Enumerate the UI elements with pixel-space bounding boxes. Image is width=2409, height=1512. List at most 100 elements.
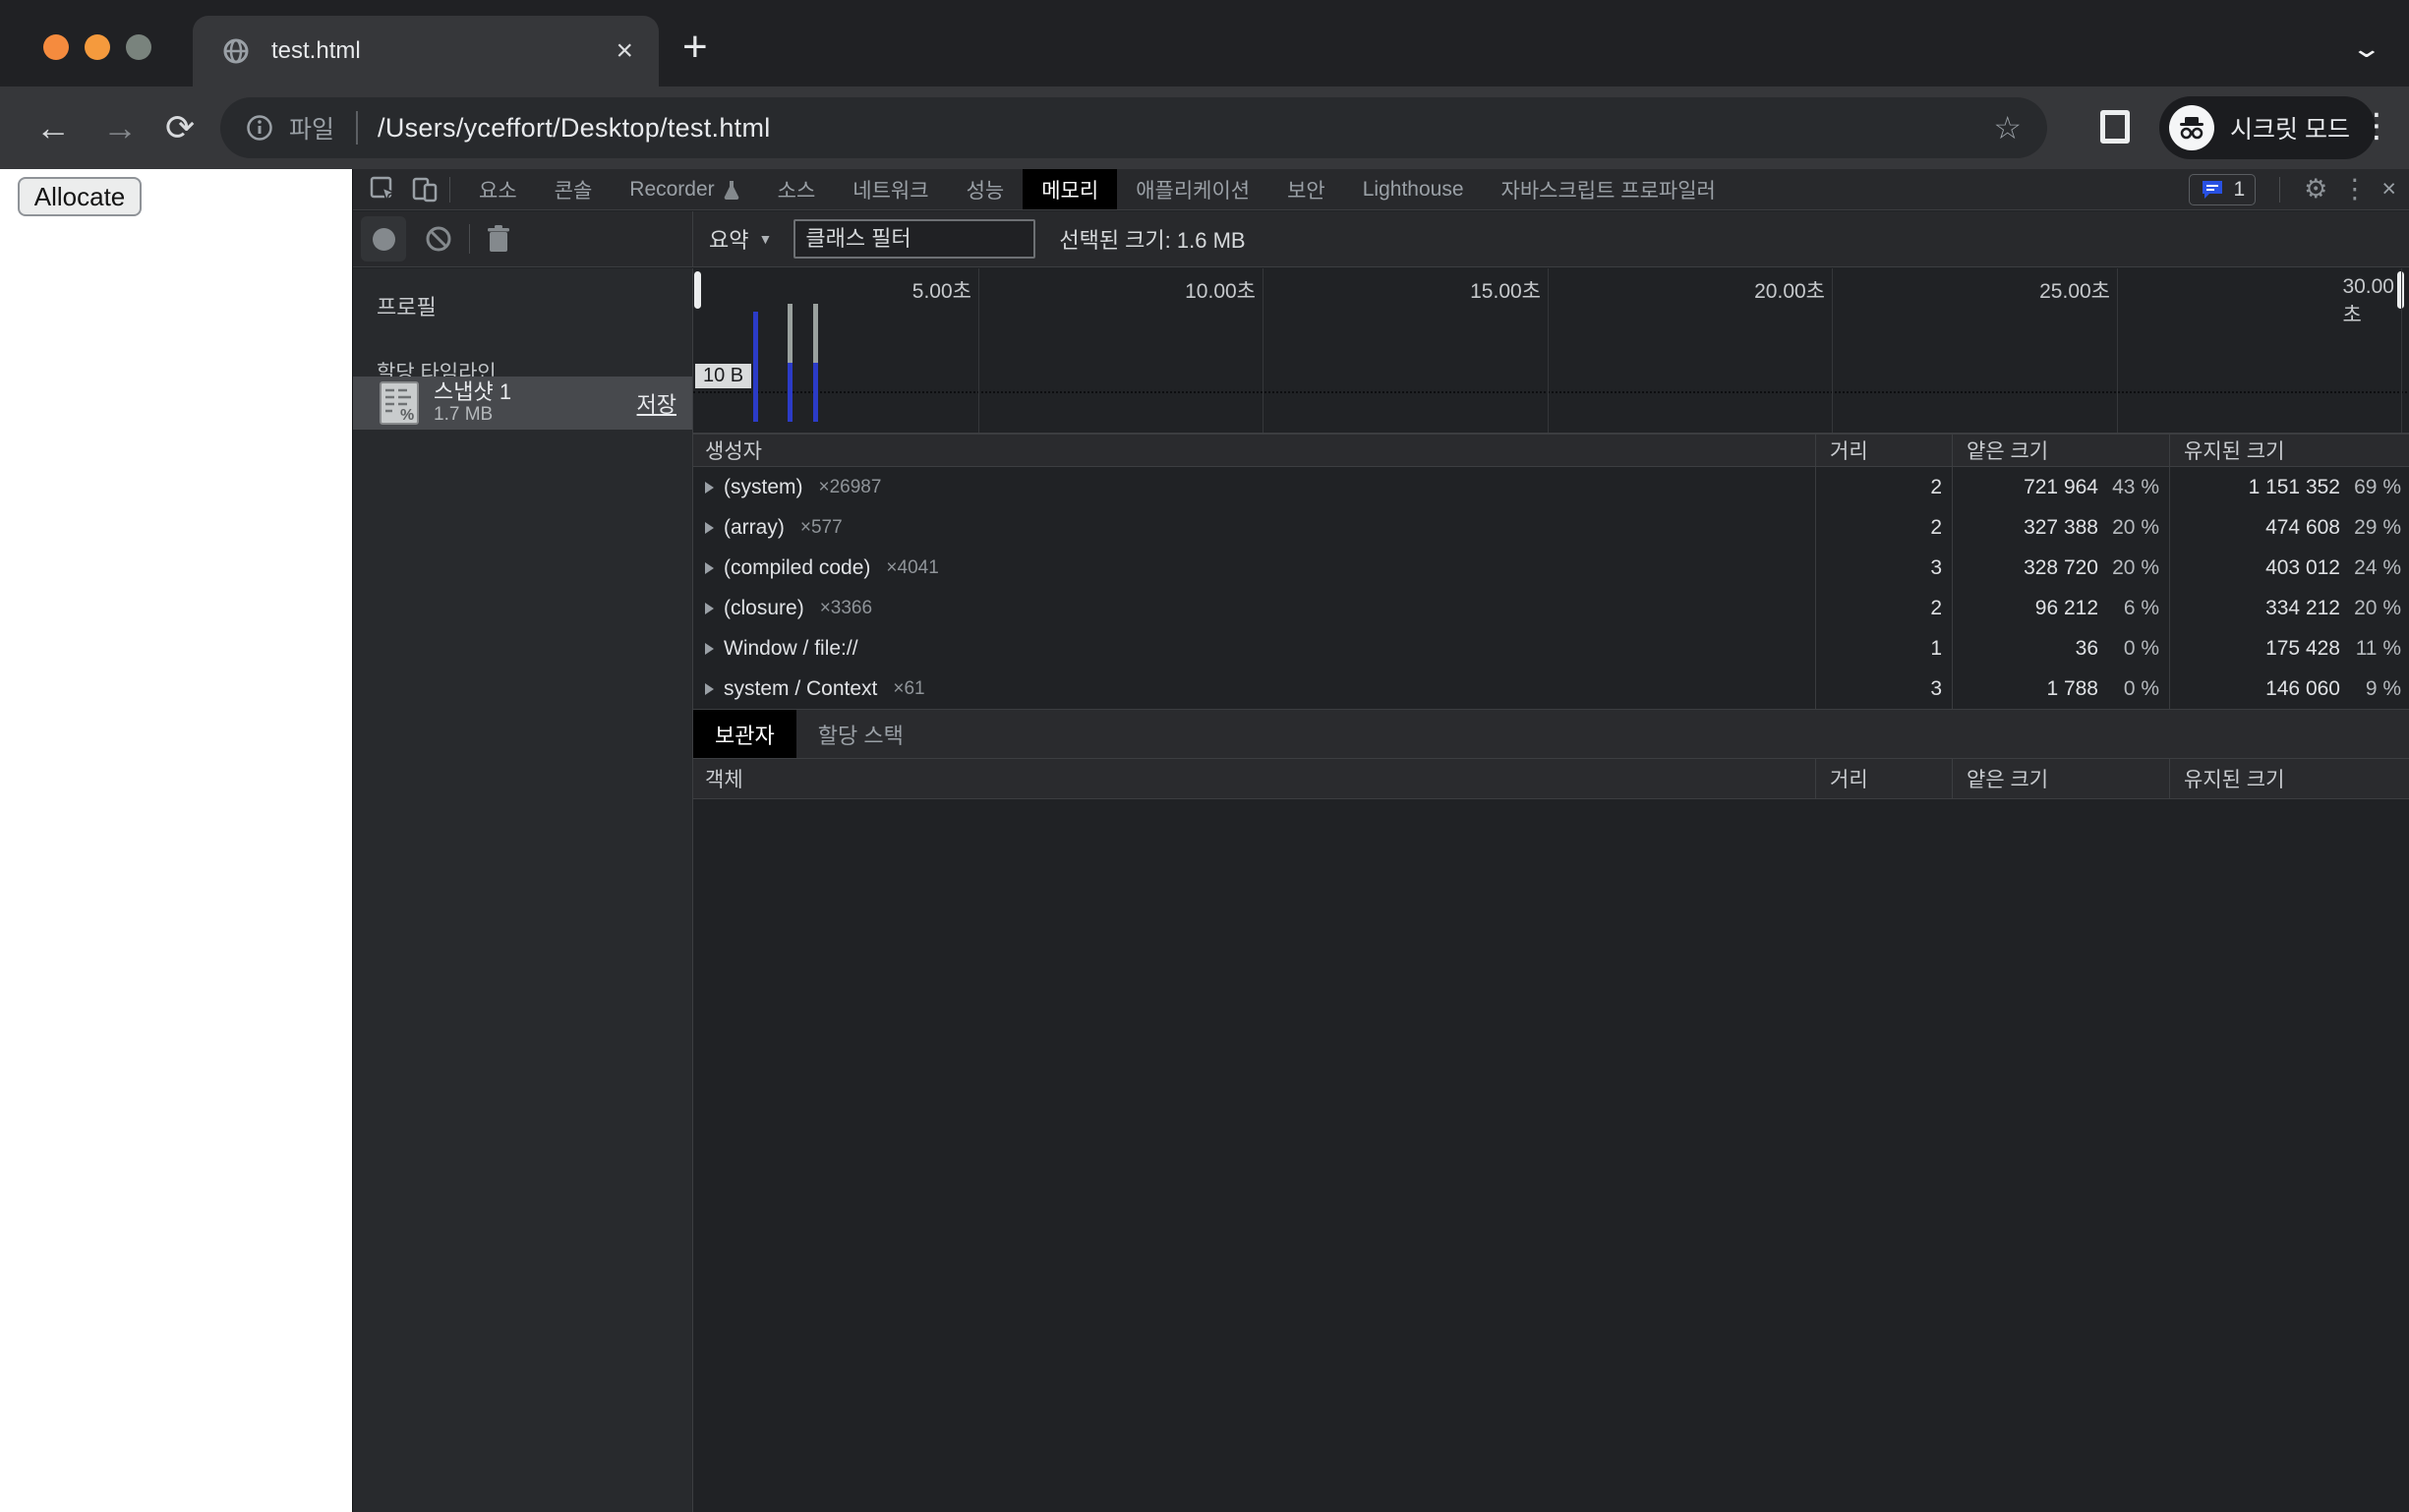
bookmark-star-icon[interactable]: ☆ [1993,109,2022,146]
retainers-tabbar: 보관자 할당 스택 [693,709,2409,758]
selection-handle-left[interactable] [694,271,701,309]
tab-sources[interactable]: 소스 [759,169,835,209]
settings-gear-icon[interactable]: ⚙ [2304,176,2327,203]
tab-network[interactable]: 네트워크 [834,169,947,209]
tab-js-profiler[interactable]: 자바스크립트 프로파일러 [1483,169,1734,209]
reload-icon[interactable]: ⟳ [165,106,195,149]
globe-favicon-icon [222,37,250,65]
incognito-badge[interactable]: 시크릿 모드 [2159,96,2376,159]
header-object[interactable]: 객체 [693,759,1815,798]
minimize-window-icon[interactable] [85,34,110,60]
expand-arrow-icon[interactable] [705,683,714,695]
retained-size-value: 474 608 [2169,516,2340,540]
shallow-size-pct: 0 % [2098,637,2169,661]
tab-lighthouse[interactable]: Lighthouse [1344,169,1483,209]
timeline-scale-line [693,391,2409,393]
devtools-close-icon[interactable]: × [2381,177,2396,202]
shallow-size-value: 721 964 [1952,476,2098,499]
tab-retainers[interactable]: 보관자 [693,710,796,758]
header-retained-size[interactable]: 유지된 크기 [2169,435,2409,466]
devtools-panel: 요소 콘솔 Recorder 소스 네트워크 성능 메모리 애플리케이션 보안 … [352,169,2409,1512]
tab-console[interactable]: 콘솔 [536,169,612,209]
new-tab-button[interactable]: + [682,26,708,69]
issues-bubble-icon [2200,177,2225,203]
distance-value: 2 [1815,516,1952,540]
header-shallow-size[interactable]: 얕은 크기 [1952,435,2169,466]
incognito-label: 시크릿 모드 [2230,110,2350,145]
devtools-more-icon[interactable]: ⋮ [2341,176,2368,203]
expand-arrow-icon[interactable] [705,603,714,614]
url-text[interactable]: /Users/yceffort/Desktop/test.html [378,113,1993,144]
timeline-tick-label: 15.00초 [1470,275,1541,305]
address-bar[interactable]: 파일 /Users/yceffort/Desktop/test.html ☆ [220,97,2047,158]
constructor-name: (system) [724,476,803,499]
constructor-row[interactable]: (closure)×3366 2 96 2126 % 334 21220 % [693,588,2409,628]
tab-security[interactable]: 보안 [1268,169,1344,209]
expand-arrow-icon[interactable] [705,482,714,494]
constructor-row[interactable]: (array)×577 2 327 38820 % 474 60829 % [693,507,2409,548]
instance-count: ×61 [893,678,924,700]
tab-close-icon[interactable]: × [616,36,633,66]
inspect-element-icon[interactable] [369,175,398,204]
timeline-tick-label: 5.00초 [912,275,971,305]
issues-button[interactable]: 1 [2189,174,2256,205]
object-table-header: 객체 거리 얕은 크기 유지된 크기 [693,758,2409,799]
timeline-gridline [1832,268,1833,434]
retained-size-pct: 69 % [2340,476,2409,499]
class-filter-input[interactable] [793,219,1035,259]
allocation-timeline-chart[interactable]: 10 B 5.00초10.00초15.00초20.00초25.00초30.00초 [693,268,2409,434]
shallow-size-pct: 6 % [2098,597,2169,620]
constructor-row[interactable]: (system)×26987 2 721 96443 % 1 151 35269… [693,467,2409,507]
instance-count: ×26987 [819,477,882,498]
tab-search-chevron-icon[interactable]: ⌄ [2351,33,2383,64]
constructor-row[interactable]: system / Context×61 3 1 7880 % 146 0609 … [693,669,2409,709]
browser-menu-icon[interactable]: ⋮ [2360,106,2393,145]
snapshot-save-link[interactable]: 저장 [637,387,676,419]
timeline-gridline [978,268,979,434]
constructor-table-header: 생성자 거리 얕은 크기 유지된 크기 [693,434,2409,467]
header-shallow-size[interactable]: 얕은 크기 [1952,759,2169,798]
expand-arrow-icon[interactable] [705,522,714,534]
close-window-icon[interactable] [43,34,69,60]
shallow-size-value: 96 212 [1952,597,2098,620]
retained-size-value: 1 151 352 [2169,476,2340,499]
retained-size-value: 175 428 [2169,637,2340,661]
constructor-row[interactable]: (compiled code)×4041 3 328 72020 % 403 0… [693,548,2409,588]
device-toolbar-icon[interactable] [410,175,440,204]
perspective-dropdown[interactable]: 요약 ▼ [709,223,772,255]
tab-memory[interactable]: 메모리 [1023,169,1117,209]
tab-performance[interactable]: 성능 [948,169,1024,209]
snapshot-icon: % [379,380,420,426]
constructor-row[interactable]: Window / file:// 1 360 % 175 42811 % [693,628,2409,669]
timeline-tick-label: 30.00초 [2342,275,2394,328]
side-panel-icon[interactable] [2100,110,2130,144]
info-icon[interactable] [246,114,273,142]
record-icon [373,228,395,251]
forward-icon[interactable]: → [102,106,138,149]
tab-elements[interactable]: 요소 [460,169,536,209]
issues-count: 1 [2233,178,2245,202]
record-button[interactable] [361,216,406,262]
expand-arrow-icon[interactable] [705,643,714,655]
distance-value: 3 [1815,556,1952,580]
zoom-window-icon[interactable] [126,34,151,60]
allocation-bar-freed [813,304,818,363]
allocate-button[interactable]: Allocate [18,177,142,216]
header-constructor[interactable]: 생성자 [693,435,1815,466]
header-distance[interactable]: 거리 [1815,435,1952,466]
browser-tab[interactable]: test.html × [193,16,659,87]
snapshot-item[interactable]: % 스냅샷 1 1.7 MB 저장 [353,377,692,430]
tab-application[interactable]: 애플리케이션 [1117,169,1268,209]
clear-icon[interactable] [424,224,453,254]
tab-recorder[interactable]: Recorder [611,169,758,209]
trash-icon[interactable] [486,224,511,254]
instance-count: ×3366 [820,598,872,619]
titlebar: test.html × + ⌄ [0,0,2409,87]
retained-size-pct: 11 % [2340,637,2409,661]
tab-allocation-stack[interactable]: 할당 스택 [796,710,925,758]
expand-arrow-icon[interactable] [705,562,714,574]
header-retained-size[interactable]: 유지된 크기 [2169,759,2409,798]
back-icon[interactable]: ← [35,106,71,149]
traffic-lights [43,34,151,60]
header-distance[interactable]: 거리 [1815,759,1952,798]
